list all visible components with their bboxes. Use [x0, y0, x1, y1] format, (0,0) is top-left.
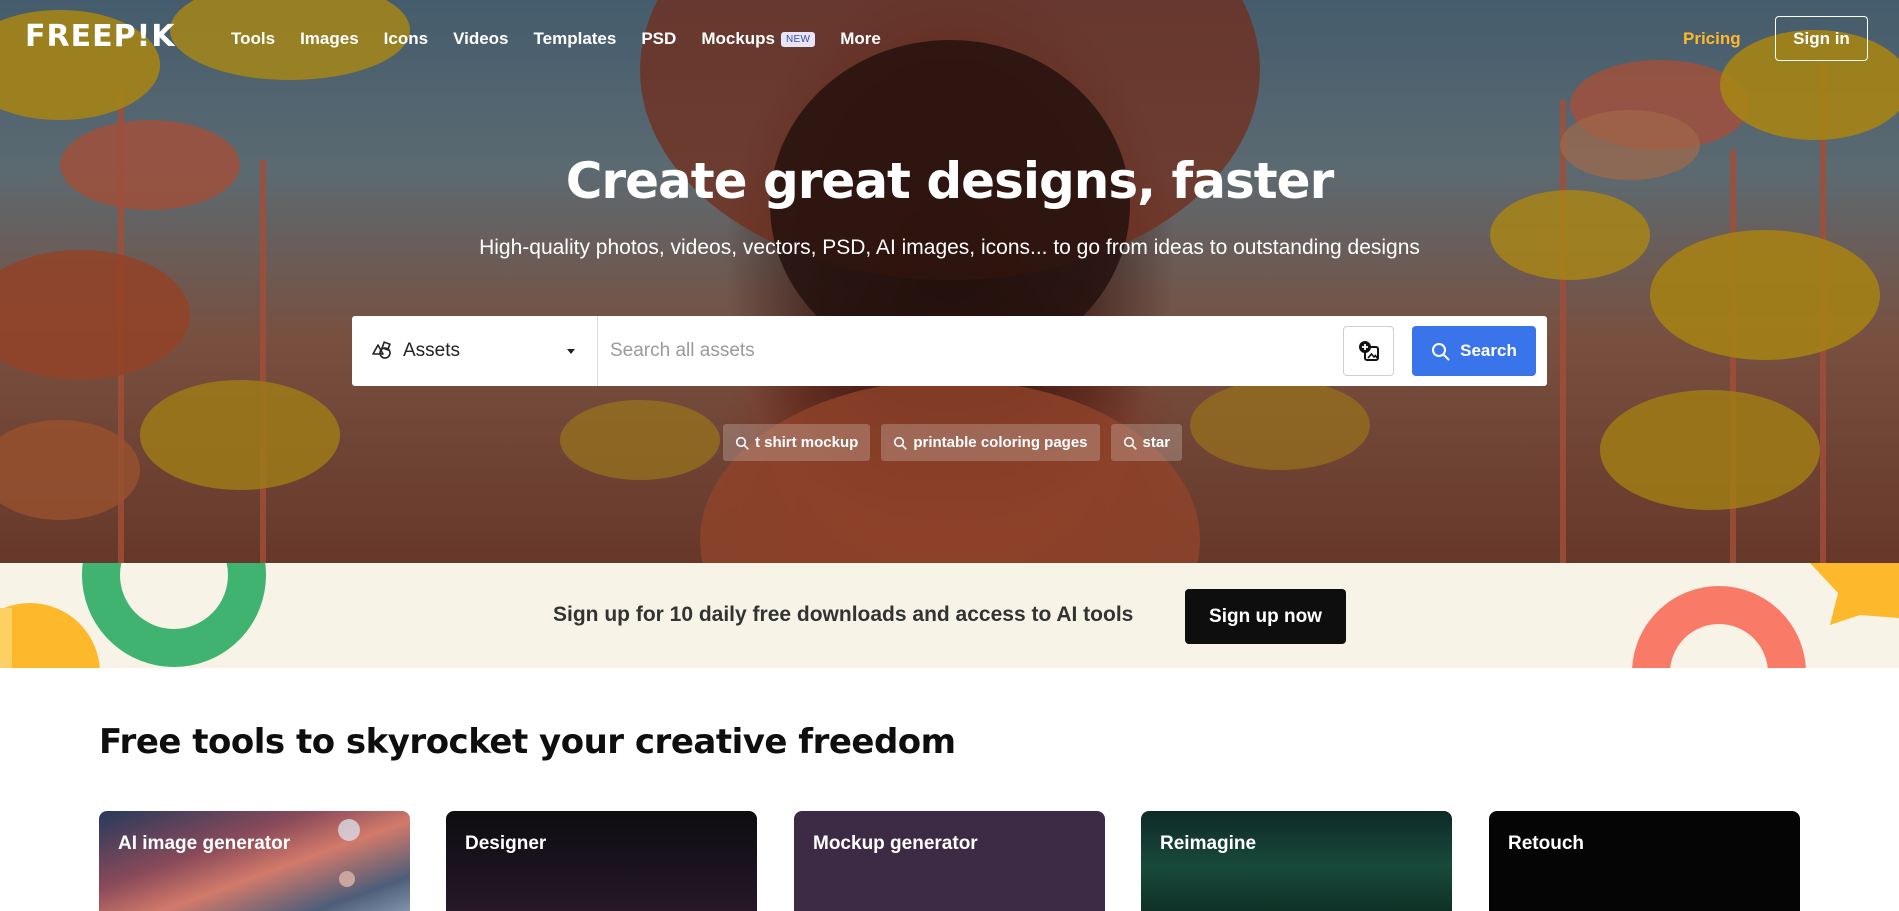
nav-link-icons[interactable]: Icons: [384, 29, 428, 49]
search-input[interactable]: [610, 336, 1310, 366]
suggestion-chip[interactable]: star: [1110, 424, 1183, 461]
suggestion-chip[interactable]: t shirt mockup: [722, 424, 871, 461]
asset-type-label: Assets: [403, 340, 461, 361]
sign-up-now-button[interactable]: Sign up now: [1185, 589, 1346, 644]
sign-in-button[interactable]: Sign in: [1775, 16, 1868, 61]
tool-card-label: AI image generator: [118, 833, 291, 854]
nav-links: Tools Images Icons Videos Templates PSD …: [231, 29, 906, 49]
search-icon: [893, 436, 907, 450]
tool-card-label: Designer: [465, 833, 547, 854]
tool-card-reimagine[interactable]: Reimagine: [1141, 811, 1452, 911]
hero-subtitle: High-quality photos, videos, vectors, PS…: [479, 236, 1420, 259]
pricing-link[interactable]: Pricing: [1683, 29, 1741, 49]
suggestion-label: printable coloring pages: [913, 434, 1088, 451]
tool-card-label: Mockup generator: [813, 833, 978, 854]
tool-card-designer[interactable]: Designer: [446, 811, 757, 911]
tool-card-label: Reimagine: [1160, 833, 1257, 854]
tool-card-label: Retouch: [1508, 833, 1584, 854]
nav-link-videos[interactable]: Videos: [453, 29, 508, 49]
tool-card-mockup-generator[interactable]: Mockup generator: [794, 811, 1105, 911]
suggestion-chip[interactable]: printable coloring pages: [881, 424, 1100, 461]
freepik-logo[interactable]: FREEP!K: [25, 22, 176, 52]
nav-link-tools[interactable]: Tools: [231, 29, 275, 49]
hero-title: Create great designs, faster: [565, 152, 1335, 210]
search-bar: Assets Search: [352, 316, 1547, 386]
signup-banner: Sign up for 10 daily free downloads and …: [0, 563, 1899, 668]
image-search-icon: [1356, 338, 1382, 364]
tools-section-title: Free tools to skyrocket your creative fr…: [99, 722, 956, 762]
image-search-button[interactable]: [1343, 326, 1394, 376]
card-bg-planet: [338, 819, 360, 841]
asset-type-dropdown[interactable]: Assets: [352, 316, 598, 386]
assets-shapes-icon: [372, 340, 393, 362]
search-icon: [1431, 342, 1450, 361]
search-button[interactable]: Search: [1412, 326, 1536, 376]
search-button-label: Search: [1460, 341, 1517, 360]
new-badge: NEW: [781, 31, 816, 47]
signup-banner-text: Sign up for 10 daily free downloads and …: [553, 603, 1134, 626]
nav-link-images[interactable]: Images: [300, 29, 359, 49]
search-icon: [1123, 436, 1137, 450]
card-bg-planet: [339, 871, 355, 887]
nav-link-more[interactable]: More: [840, 29, 881, 49]
nav-link-psd[interactable]: PSD: [641, 29, 676, 49]
nav-link-templates[interactable]: Templates: [534, 29, 617, 49]
hero-overlay: [0, 0, 1899, 563]
nav-link-mockups[interactable]: Mockups NEW: [701, 29, 816, 49]
tool-card-ai-image-generator[interactable]: AI image generator: [99, 811, 410, 911]
suggestion-label: star: [1142, 434, 1171, 451]
top-navbar: FREEP!K Tools Images Icons Videos Templa…: [0, 0, 1899, 78]
search-icon: [735, 436, 749, 450]
tool-card-retouch[interactable]: Retouch: [1489, 811, 1800, 911]
hero-section: FREEP!K Tools Images Icons Videos Templa…: [0, 0, 1899, 563]
caret-down-icon: [567, 349, 575, 354]
suggestion-label: t shirt mockup: [754, 434, 859, 451]
search-suggestions: t shirt mockup printable coloring pages …: [0, 424, 1899, 461]
